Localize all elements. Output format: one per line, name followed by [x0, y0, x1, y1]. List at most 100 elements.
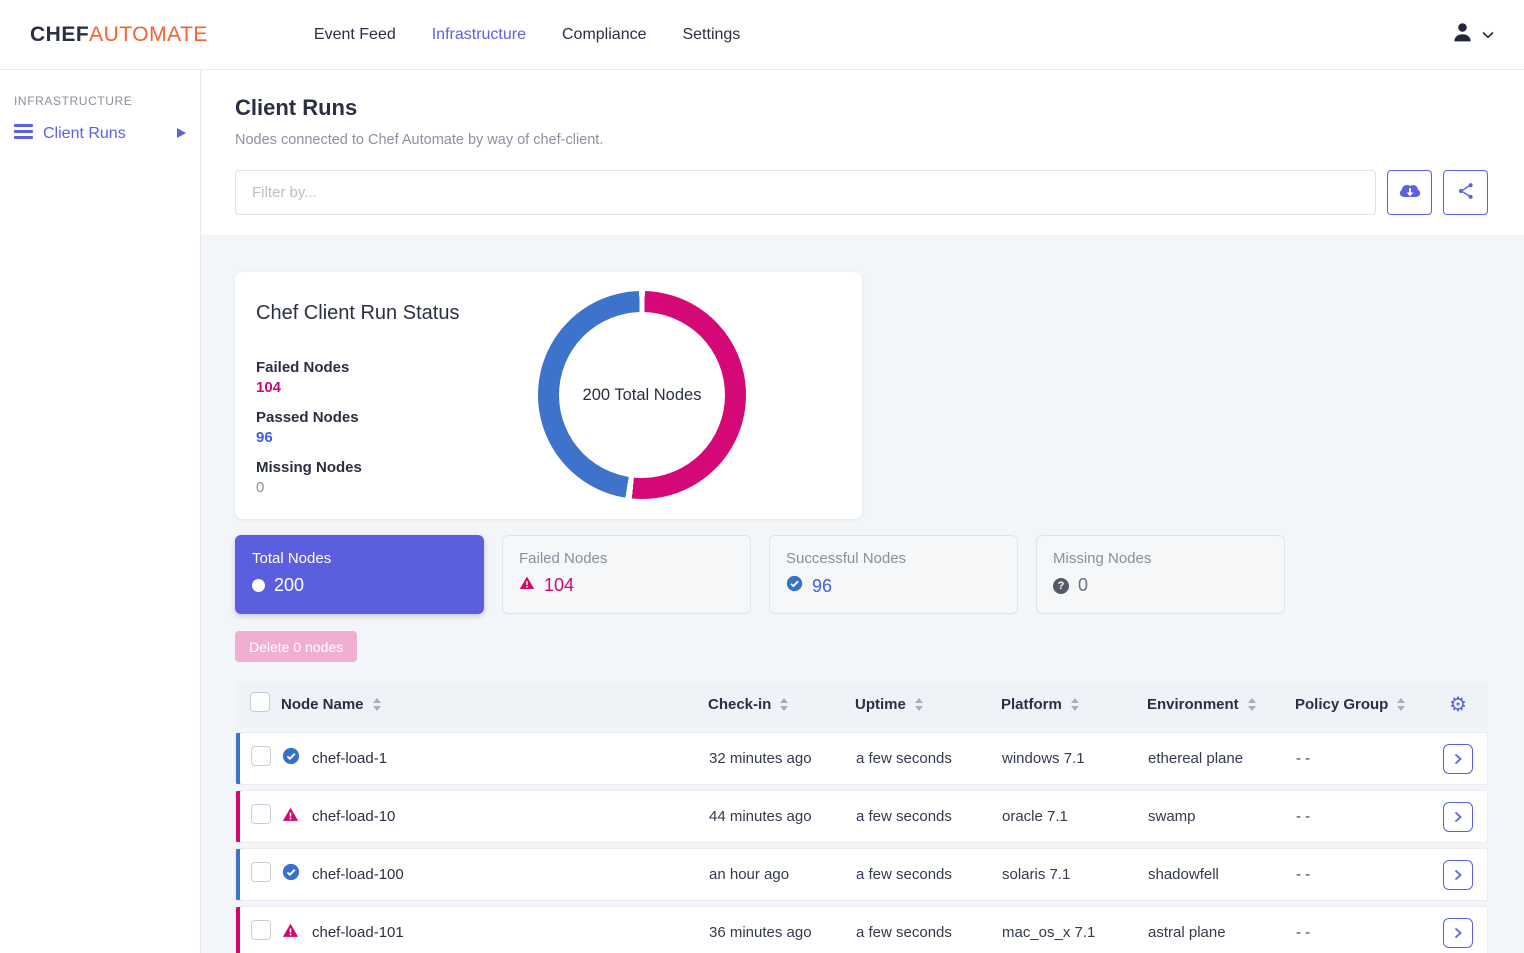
stat-cards: Total Nodes 200 Failed Nodes 104	[235, 535, 1488, 614]
filter-input[interactable]	[235, 170, 1376, 215]
sort-uptime[interactable]	[915, 698, 923, 711]
list-icon	[14, 124, 33, 144]
run-status-title: Chef Client Run Status	[256, 302, 862, 325]
warning-icon	[282, 922, 299, 944]
nav-event-feed[interactable]: Event Feed	[314, 26, 396, 44]
node-platform: oracle 7.1	[1002, 808, 1148, 825]
stat-total-label: Total Nodes	[252, 550, 467, 567]
donut-center-label: 200 Total Nodes	[583, 386, 702, 405]
node-checkin: 32 minutes ago	[709, 750, 856, 767]
success-icon	[282, 747, 300, 770]
expand-arrow-icon[interactable]	[177, 125, 186, 143]
top-navbar: CHEFAUTOMATE Event Feed Infrastructure C…	[0, 0, 1524, 70]
node-environment: astral plane	[1148, 924, 1296, 941]
row-checkbox[interactable]	[251, 746, 271, 766]
nav-links: Event Feed Infrastructure Compliance Set…	[314, 26, 740, 44]
chef-automate-logo[interactable]: CHEFAUTOMATE	[30, 23, 208, 47]
nav-infrastructure[interactable]: Infrastructure	[432, 26, 526, 44]
nav-compliance[interactable]: Compliance	[562, 26, 646, 44]
nodes-table: Node Name Check-in Uptime Platform	[235, 682, 1488, 953]
sort-node-name[interactable]	[373, 698, 381, 711]
warning-icon	[282, 806, 299, 828]
nav-settings[interactable]: Settings	[682, 26, 740, 44]
node-platform: mac_os_x 7.1	[1002, 924, 1148, 941]
delete-nodes-button[interactable]: Delete 0 nodes	[235, 631, 357, 662]
table-header: Node Name Check-in Uptime Platform	[235, 682, 1488, 727]
legend-missing-value: 0	[256, 479, 862, 496]
node-policy-group: - -	[1296, 750, 1429, 767]
row-checkbox[interactable]	[251, 920, 271, 940]
row-details-button[interactable]	[1443, 802, 1473, 832]
check-circle-icon	[786, 575, 803, 597]
page-title: Client Runs	[235, 95, 1488, 121]
sidebar-section-label: INFRASTRUCTURE	[14, 94, 200, 108]
table-row: chef-load-1 32 minutes ago a few seconds…	[235, 732, 1488, 785]
node-checkin: 36 minutes ago	[709, 924, 856, 941]
node-environment: shadowfell	[1148, 866, 1296, 883]
node-platform: solaris 7.1	[1002, 866, 1148, 883]
user-menu[interactable]	[1450, 20, 1494, 50]
sort-environment[interactable]	[1248, 698, 1256, 711]
table-settings-gear-icon[interactable]: ⚙	[1449, 695, 1467, 715]
warning-icon	[519, 575, 535, 596]
col-node-name: Node Name	[281, 696, 364, 713]
share-icon	[1456, 181, 1476, 204]
node-checkin: an hour ago	[709, 866, 856, 883]
node-name-link[interactable]: chef-load-10	[312, 808, 709, 825]
download-button[interactable]	[1387, 170, 1432, 215]
table-row: chef-load-100 an hour ago a few seconds …	[235, 848, 1488, 901]
table-row: chef-load-101 36 minutes ago a few secon…	[235, 906, 1488, 953]
node-checkin: 44 minutes ago	[709, 808, 856, 825]
stat-missing-label: Missing Nodes	[1053, 550, 1268, 567]
col-uptime: Uptime	[855, 696, 906, 713]
share-button[interactable]	[1443, 170, 1488, 215]
chevron-down-icon	[1482, 26, 1494, 44]
stat-successful-label: Successful Nodes	[786, 550, 1001, 567]
sidebar-item-client-runs[interactable]: Client Runs	[14, 124, 200, 144]
stat-card-successful[interactable]: Successful Nodes 96	[769, 535, 1018, 614]
stat-failed-label: Failed Nodes	[519, 550, 734, 567]
user-icon	[1450, 20, 1475, 50]
col-policy-group: Policy Group	[1295, 696, 1388, 713]
node-uptime: a few seconds	[856, 750, 1002, 767]
node-environment: ethereal plane	[1148, 750, 1296, 767]
stat-card-total[interactable]: Total Nodes 200	[235, 535, 484, 614]
row-details-button[interactable]	[1443, 918, 1473, 948]
question-circle-icon: ?	[1053, 578, 1069, 594]
row-checkbox[interactable]	[251, 862, 271, 882]
node-uptime: a few seconds	[856, 808, 1002, 825]
row-details-button[interactable]	[1443, 860, 1473, 890]
stat-successful-value: 96	[812, 576, 832, 597]
legend-missing-label: Missing Nodes	[256, 459, 862, 476]
logo-automate-text: AUTOMATE	[89, 23, 208, 47]
success-icon	[282, 863, 300, 886]
table-row: chef-load-10 44 minutes ago a few second…	[235, 790, 1488, 843]
sort-platform[interactable]	[1071, 698, 1079, 711]
stat-total-value: 200	[274, 575, 304, 596]
col-checkin: Check-in	[708, 696, 771, 713]
stat-card-missing[interactable]: Missing Nodes ? 0	[1036, 535, 1285, 614]
select-all-checkbox[interactable]	[250, 692, 270, 712]
row-checkbox[interactable]	[251, 804, 271, 824]
node-name-link[interactable]: chef-load-101	[312, 924, 709, 941]
run-status-donut-chart: 200 Total Nodes	[538, 291, 746, 499]
sort-policy-group[interactable]	[1397, 698, 1405, 711]
node-name-link[interactable]: chef-load-1	[312, 750, 709, 767]
node-policy-group: - -	[1296, 866, 1429, 883]
cloud-download-icon	[1397, 180, 1423, 205]
page-header: Client Runs Nodes connected to Chef Auto…	[201, 70, 1524, 235]
run-status-card: Chef Client Run Status Failed Nodes 104 …	[235, 272, 862, 519]
node-uptime: a few seconds	[856, 866, 1002, 883]
logo-chef-text: CHEF	[30, 23, 89, 47]
circle-icon	[252, 579, 265, 592]
node-name-link[interactable]: chef-load-100	[312, 866, 709, 883]
sidebar-item-label: Client Runs	[43, 125, 126, 143]
sort-checkin[interactable]	[780, 698, 788, 711]
row-details-button[interactable]	[1443, 744, 1473, 774]
sidebar: INFRASTRUCTURE Client Runs	[0, 70, 201, 953]
col-environment: Environment	[1147, 696, 1239, 713]
stat-card-failed[interactable]: Failed Nodes 104	[502, 535, 751, 614]
node-uptime: a few seconds	[856, 924, 1002, 941]
node-environment: swamp	[1148, 808, 1296, 825]
node-platform: windows 7.1	[1002, 750, 1148, 767]
